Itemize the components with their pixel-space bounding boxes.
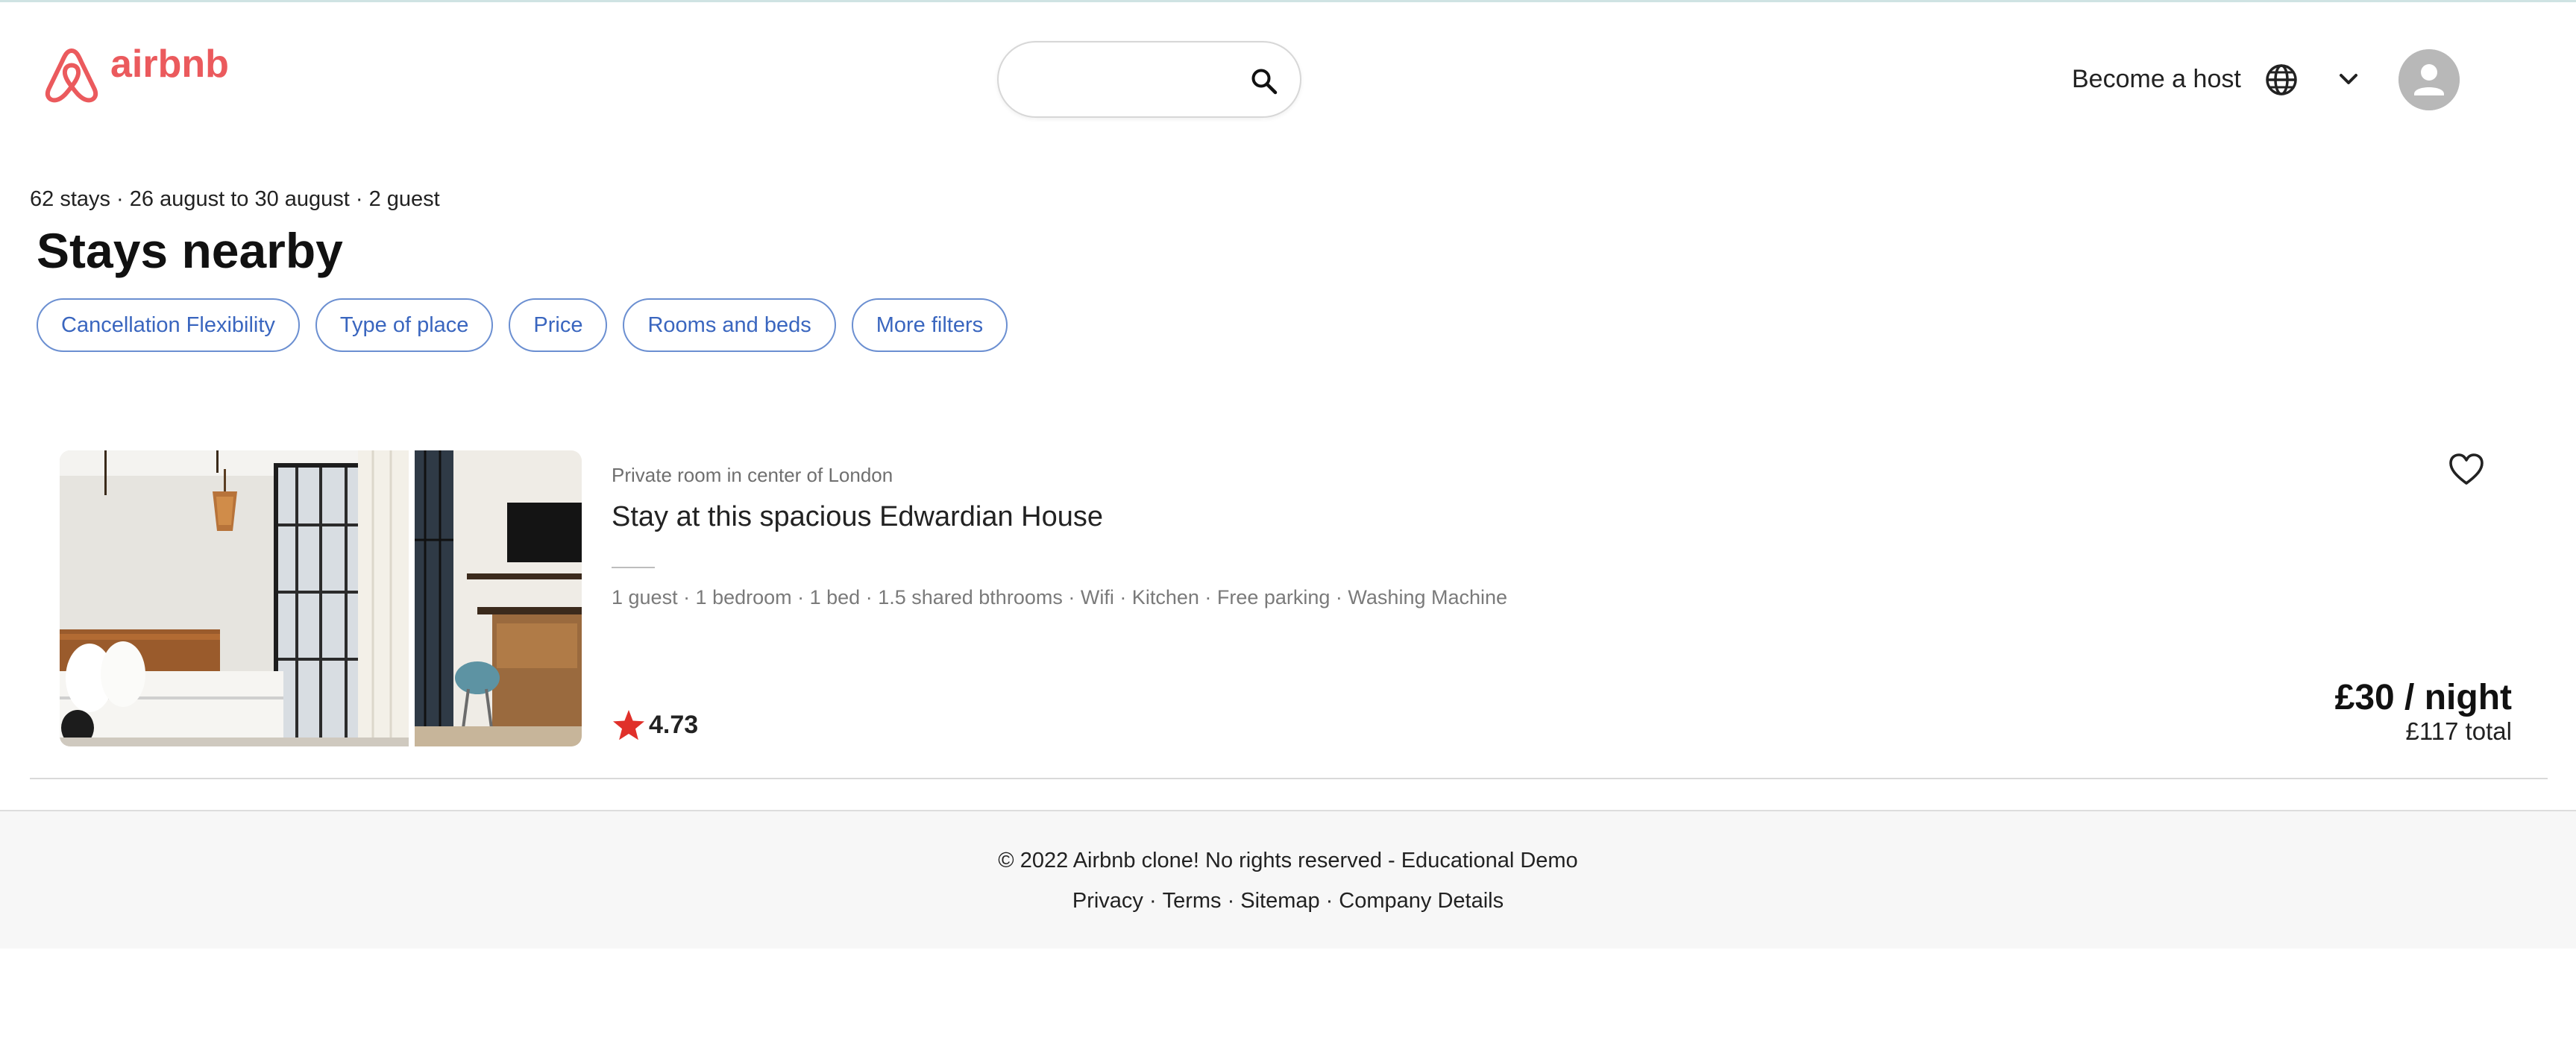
footer-links: Privacy · Terms · Sitemap · Company Details xyxy=(0,889,2576,913)
listing-title[interactable]: Stay at this spacious Edwardian House xyxy=(612,501,1103,533)
filter-bar: Cancellation Flexibility Type of place P… xyxy=(37,298,1008,352)
footer-link-company-details[interactable]: Company Details xyxy=(1339,889,1504,913)
page: airbnb Become a host 62 stays · 26 augus… xyxy=(0,0,2576,1044)
star-icon xyxy=(612,708,646,741)
footer-link-privacy[interactable]: Privacy xyxy=(1072,889,1143,913)
user-avatar-button[interactable] xyxy=(2398,49,2460,110)
listing-amenities: 1 guest · 1 bedroom · 1 bed · 1.5 shared… xyxy=(612,586,1508,609)
listing-subtitle: Private room in center of London xyxy=(612,464,893,486)
page-title: Stays nearby xyxy=(37,223,343,278)
listing-rating: 4.73 xyxy=(612,708,698,741)
heart-icon xyxy=(2448,452,2485,486)
footer-link-terms[interactable]: Terms xyxy=(1163,889,1222,913)
footer-separator: · xyxy=(1149,889,1157,913)
user-avatar-icon xyxy=(2398,49,2460,110)
footer-separator: · xyxy=(1227,889,1235,913)
search-input[interactable] xyxy=(1028,60,1218,101)
stays-summary: 62 stays · 26 august to 30 august · 2 gu… xyxy=(30,187,440,211)
search-icon xyxy=(1249,66,1279,96)
favorite-button[interactable] xyxy=(2448,452,2485,486)
airbnb-logo[interactable]: airbnb xyxy=(43,43,229,103)
footer: © 2022 Airbnb clone! No rights reserved … xyxy=(0,810,2576,949)
footer-copyright: © 2022 Airbnb clone! No rights reserved … xyxy=(998,849,1578,872)
top-border xyxy=(0,0,2576,2)
filter-price[interactable]: Price xyxy=(509,298,608,352)
filter-type-of-place[interactable]: Type of place xyxy=(315,298,494,352)
logo-text: airbnb xyxy=(110,43,229,86)
search-button[interactable] xyxy=(1248,65,1281,98)
footer-link-sitemap[interactable]: Sitemap xyxy=(1240,889,1319,913)
globe-icon xyxy=(2264,63,2299,97)
filter-more-filters[interactable]: More filters xyxy=(851,298,1008,352)
filter-cancellation-flexibility[interactable]: Cancellation Flexibility xyxy=(37,298,300,352)
become-host-link[interactable]: Become a host xyxy=(2072,64,2241,95)
footer-separator: · xyxy=(1325,889,1333,913)
price-total: £117 total xyxy=(2405,717,2512,745)
menu-dropdown-button[interactable] xyxy=(2337,67,2360,91)
language-button[interactable] xyxy=(2264,63,2299,97)
rating-value: 4.73 xyxy=(649,710,699,739)
price-per-night: £30 / night xyxy=(2334,678,2512,717)
listing-divider xyxy=(612,567,655,568)
filter-rooms-and-beds[interactable]: Rooms and beds xyxy=(623,298,836,352)
listing-bottom-divider xyxy=(30,778,2548,779)
listing-photo[interactable] xyxy=(60,450,582,746)
chevron-down-icon xyxy=(2337,67,2360,91)
listing-card[interactable]: Private room in center of London Stay at… xyxy=(30,444,2548,777)
airbnb-logo-icon xyxy=(43,43,100,103)
search-bar[interactable] xyxy=(997,41,1301,118)
